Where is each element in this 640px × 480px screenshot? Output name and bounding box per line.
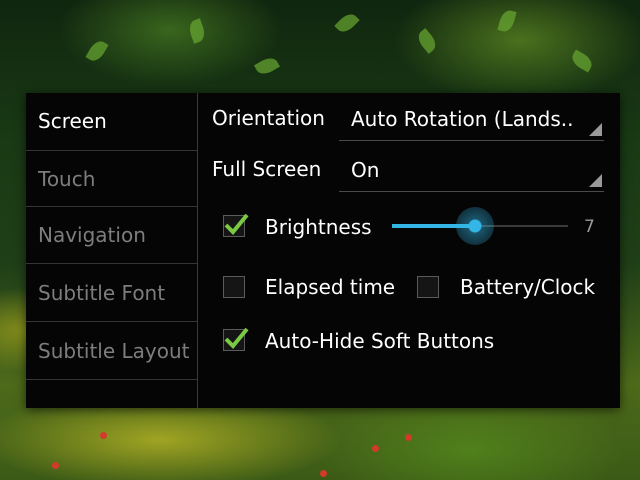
brightness-value: 7 bbox=[584, 217, 595, 237]
fullscreen-value: On bbox=[351, 158, 380, 182]
flower-decoration bbox=[320, 470, 327, 477]
dropdown-arrow-icon bbox=[589, 123, 602, 136]
tab-touch[interactable]: Touch bbox=[26, 150, 197, 207]
tab-subtitle-layout[interactable]: Subtitle Layout bbox=[26, 323, 197, 380]
dropdown-arrow-icon bbox=[589, 174, 602, 187]
brightness-slider[interactable] bbox=[392, 207, 568, 245]
leaf-decoration bbox=[186, 18, 208, 44]
settings-dialog: Screen Touch Navigation Subtitle Font Su… bbox=[26, 93, 620, 408]
tab-navigation[interactable]: Navigation bbox=[26, 207, 197, 264]
checkmark-icon bbox=[224, 327, 249, 349]
flower-decoration bbox=[52, 462, 59, 469]
brightness-label: Brightness bbox=[265, 215, 372, 239]
fullscreen-dropdown[interactable]: On bbox=[339, 148, 604, 192]
leaf-decoration bbox=[334, 10, 360, 36]
checkmark-icon bbox=[224, 213, 249, 235]
orientation-dropdown[interactable]: Auto Rotation (Lands.. bbox=[339, 97, 604, 141]
flower-decoration bbox=[100, 432, 107, 439]
tab-subtitle-font[interactable]: Subtitle Font bbox=[26, 265, 197, 322]
battery-clock-checkbox[interactable] bbox=[417, 276, 439, 298]
brightness-checkbox[interactable] bbox=[223, 213, 249, 237]
leaf-decoration bbox=[85, 37, 109, 65]
leaf-decoration bbox=[497, 8, 517, 34]
elapsed-time-label: Elapsed time bbox=[265, 275, 396, 299]
elapsed-time-checkbox[interactable] bbox=[223, 276, 245, 298]
battery-clock-label: Battery/Clock bbox=[460, 275, 596, 299]
flower-decoration bbox=[405, 434, 412, 441]
brightness-slider-thumb[interactable] bbox=[456, 207, 494, 245]
leaf-decoration bbox=[253, 54, 281, 78]
orientation-value: Auto Rotation (Lands.. bbox=[351, 107, 574, 131]
fullscreen-label: Full Screen bbox=[212, 157, 322, 181]
auto-hide-checkbox[interactable] bbox=[223, 327, 249, 351]
leaf-decoration bbox=[568, 49, 596, 73]
leaf-decoration bbox=[414, 28, 440, 54]
auto-hide-label: Auto-Hide Soft Buttons bbox=[265, 329, 495, 353]
orientation-label: Orientation bbox=[212, 106, 325, 130]
settings-sidebar: Screen Touch Navigation Subtitle Font Su… bbox=[26, 93, 198, 408]
flower-decoration bbox=[372, 445, 379, 452]
tab-screen[interactable]: Screen bbox=[26, 93, 197, 150]
